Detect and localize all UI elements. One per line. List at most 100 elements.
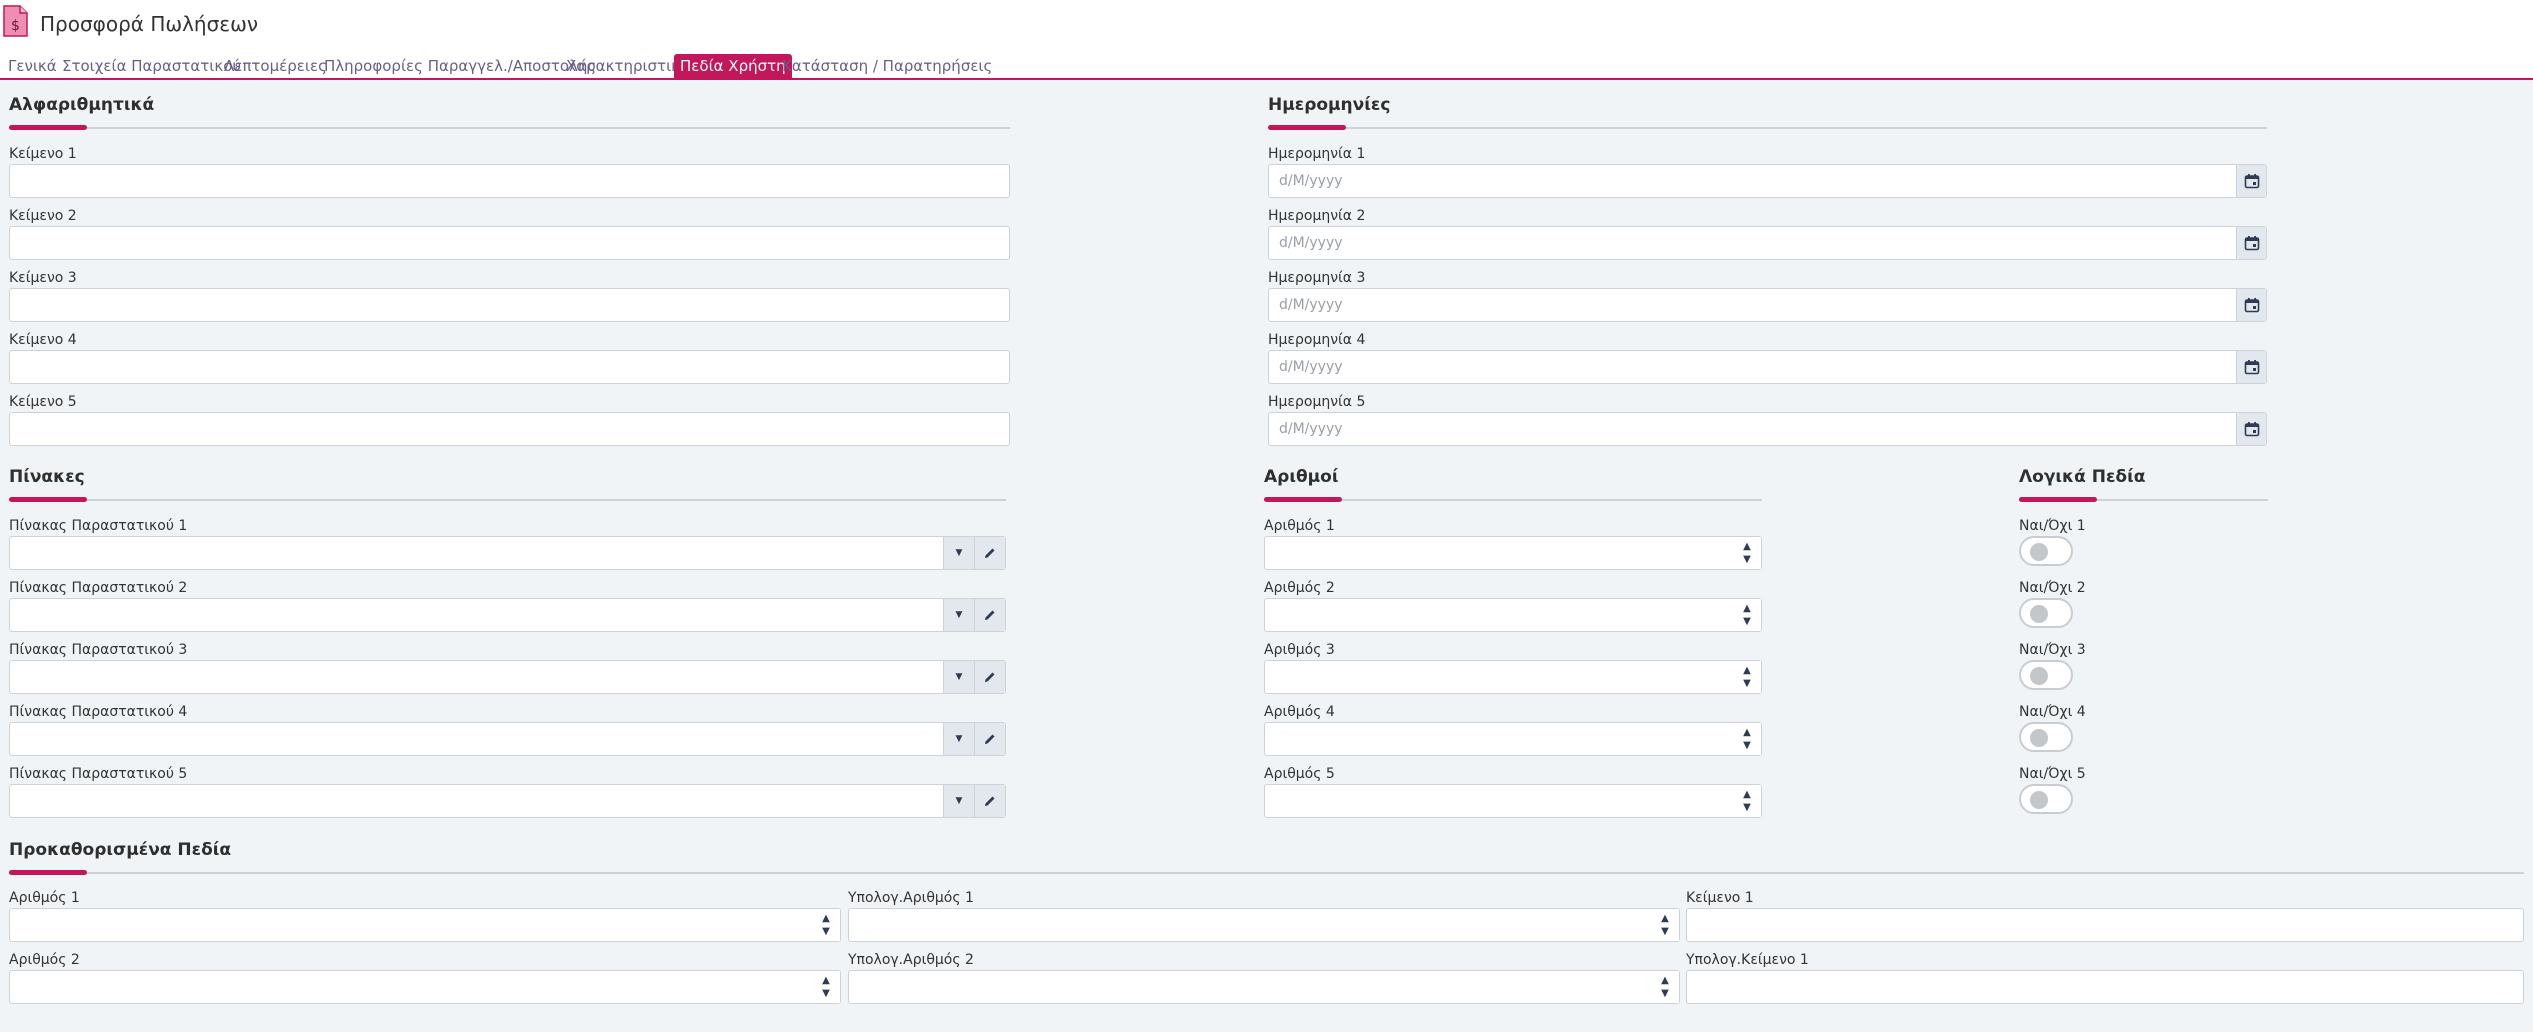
predefined-number-spinner[interactable]: ▲ ▼	[812, 971, 840, 1003]
caret-down-icon[interactable]: ▼	[822, 987, 830, 1000]
caret-up-icon[interactable]: ▲	[1743, 602, 1751, 615]
predefined-number-field-1[interactable]: ▲ ▼	[9, 908, 841, 942]
yes-no-toggle-2[interactable]	[2019, 598, 2073, 628]
caret-down-icon[interactable]: ▼	[1743, 677, 1751, 690]
caret-up-icon[interactable]: ▲	[1743, 540, 1751, 553]
booleans-section-title: Λογικά Πεδία	[2019, 467, 2146, 487]
table-lookup-5[interactable]: ▼	[9, 784, 1006, 818]
date-field-2[interactable]: d/M/yyyy	[1268, 226, 2267, 260]
predefined-text-field-6[interactable]	[1686, 970, 2524, 1004]
yes-no-toggle-5[interactable]	[2019, 784, 2073, 814]
caret-up-icon[interactable]: ▲	[1743, 788, 1751, 801]
calendar-button[interactable]	[2236, 289, 2266, 321]
calendar-button[interactable]	[2236, 413, 2266, 445]
number-spinner[interactable]: ▲ ▼	[1733, 723, 1761, 755]
section-accent-bar	[9, 870, 87, 875]
dropdown-button[interactable]: ▼	[943, 785, 974, 817]
calendar-button[interactable]	[2236, 165, 2266, 197]
field-label: Ναι/Όχι 4	[2019, 704, 2086, 720]
predefined-number-spinner[interactable]: ▲ ▼	[1651, 909, 1679, 941]
edit-button[interactable]	[974, 785, 1005, 817]
text-field-4[interactable]	[9, 350, 1010, 384]
toggle-knob	[2030, 605, 2048, 623]
table-lookup-2[interactable]: ▼	[9, 598, 1006, 632]
number-field-1[interactable]: ▲ ▼	[1264, 536, 1762, 570]
date-field-4[interactable]: d/M/yyyy	[1268, 350, 2267, 384]
chevron-down-icon: ▼	[955, 610, 963, 620]
table-lookup-3[interactable]: ▼	[9, 660, 1006, 694]
page-title: Προσφορά Πωλήσεων	[40, 12, 259, 36]
date-field-3[interactable]: d/M/yyyy	[1268, 288, 2267, 322]
caret-up-icon[interactable]: ▲	[822, 912, 830, 925]
dropdown-button[interactable]: ▼	[943, 661, 974, 693]
field-label: Κείμενο 1	[9, 146, 77, 162]
caret-down-icon[interactable]: ▼	[1661, 925, 1669, 938]
sales-document-icon: $	[3, 5, 28, 37]
caret-up-icon[interactable]: ▲	[1661, 912, 1669, 925]
field-label: Ημερομηνία 1	[1268, 146, 1366, 162]
caret-down-icon[interactable]: ▼	[1743, 739, 1751, 752]
tab-details[interactable]: Λεπτομέρειες	[218, 54, 333, 78]
number-field-5[interactable]: ▲ ▼	[1264, 784, 1762, 818]
date-placeholder: d/M/yyyy	[1279, 359, 1343, 375]
predefined-number-field-4[interactable]: ▲ ▼	[9, 970, 841, 1004]
predefined-text-field-3[interactable]	[1686, 908, 2524, 942]
dropdown-button[interactable]: ▼	[943, 723, 974, 755]
caret-down-icon[interactable]: ▼	[1743, 801, 1751, 814]
field-label: Αριθμός 5	[1264, 766, 1335, 782]
date-field-1[interactable]: d/M/yyyy	[1268, 164, 2267, 198]
caret-up-icon[interactable]: ▲	[1743, 664, 1751, 677]
calendar-button[interactable]	[2236, 351, 2266, 383]
predefined-number-spinner[interactable]: ▲ ▼	[1651, 971, 1679, 1003]
calendar-button[interactable]	[2236, 227, 2266, 259]
tab-general[interactable]: Γενικά	[2, 54, 63, 78]
number-spinner[interactable]: ▲ ▼	[1733, 661, 1761, 693]
text-field-5[interactable]	[9, 412, 1010, 446]
yes-no-toggle-4[interactable]	[2019, 722, 2073, 752]
edit-button[interactable]	[974, 599, 1005, 631]
caret-down-icon[interactable]: ▼	[1743, 615, 1751, 628]
pencil-icon	[985, 734, 995, 744]
table-lookup-4[interactable]: ▼	[9, 722, 1006, 756]
tab-user-fields[interactable]: Πεδία Χρήστη	[674, 54, 792, 78]
number-spinner[interactable]: ▲ ▼	[1733, 537, 1761, 569]
caret-up-icon[interactable]: ▲	[1661, 974, 1669, 987]
caret-down-icon[interactable]: ▼	[1743, 553, 1751, 566]
toggle-knob	[2030, 667, 2048, 685]
pencil-icon	[985, 672, 995, 682]
tab-status-notes[interactable]: Κατάσταση / Παρατηρήσεις	[776, 54, 998, 78]
caret-up-icon[interactable]: ▲	[1743, 726, 1751, 739]
number-field-4[interactable]: ▲ ▼	[1264, 722, 1762, 756]
toggle-knob	[2030, 543, 2048, 561]
yes-no-toggle-1[interactable]	[2019, 536, 2073, 566]
field-label: Ναι/Όχι 5	[2019, 766, 2086, 782]
section-accent-bar	[1268, 125, 1346, 130]
caret-down-icon[interactable]: ▼	[822, 925, 830, 938]
predefined-number-spinner[interactable]: ▲ ▼	[812, 909, 840, 941]
pencil-icon	[985, 610, 995, 620]
number-spinner[interactable]: ▲ ▼	[1733, 785, 1761, 817]
date-placeholder: d/M/yyyy	[1279, 297, 1343, 313]
number-field-2[interactable]: ▲ ▼	[1264, 598, 1762, 632]
field-label: Κείμενο 1	[1686, 890, 1754, 906]
text-field-1[interactable]	[9, 164, 1010, 198]
edit-button[interactable]	[974, 723, 1005, 755]
table-lookup-1[interactable]: ▼	[9, 536, 1006, 570]
edit-button[interactable]	[974, 537, 1005, 569]
tab-bar: Γενικά Στοιχεία Παραστατικού Λεπτομέρειες Π…	[0, 54, 2533, 80]
chevron-down-icon: ▼	[955, 548, 963, 558]
chevron-down-icon: ▼	[955, 734, 963, 744]
dropdown-button[interactable]: ▼	[943, 599, 974, 631]
number-field-3[interactable]: ▲ ▼	[1264, 660, 1762, 694]
yes-no-toggle-3[interactable]	[2019, 660, 2073, 690]
edit-button[interactable]	[974, 661, 1005, 693]
predefined-number-field-5[interactable]: ▲ ▼	[848, 970, 1680, 1004]
date-field-5[interactable]: d/M/yyyy	[1268, 412, 2267, 446]
number-spinner[interactable]: ▲ ▼	[1733, 599, 1761, 631]
text-field-2[interactable]	[9, 226, 1010, 260]
caret-up-icon[interactable]: ▲	[822, 974, 830, 987]
predefined-number-field-2[interactable]: ▲ ▼	[848, 908, 1680, 942]
caret-down-icon[interactable]: ▼	[1661, 987, 1669, 1000]
text-field-3[interactable]	[9, 288, 1010, 322]
dropdown-button[interactable]: ▼	[943, 537, 974, 569]
